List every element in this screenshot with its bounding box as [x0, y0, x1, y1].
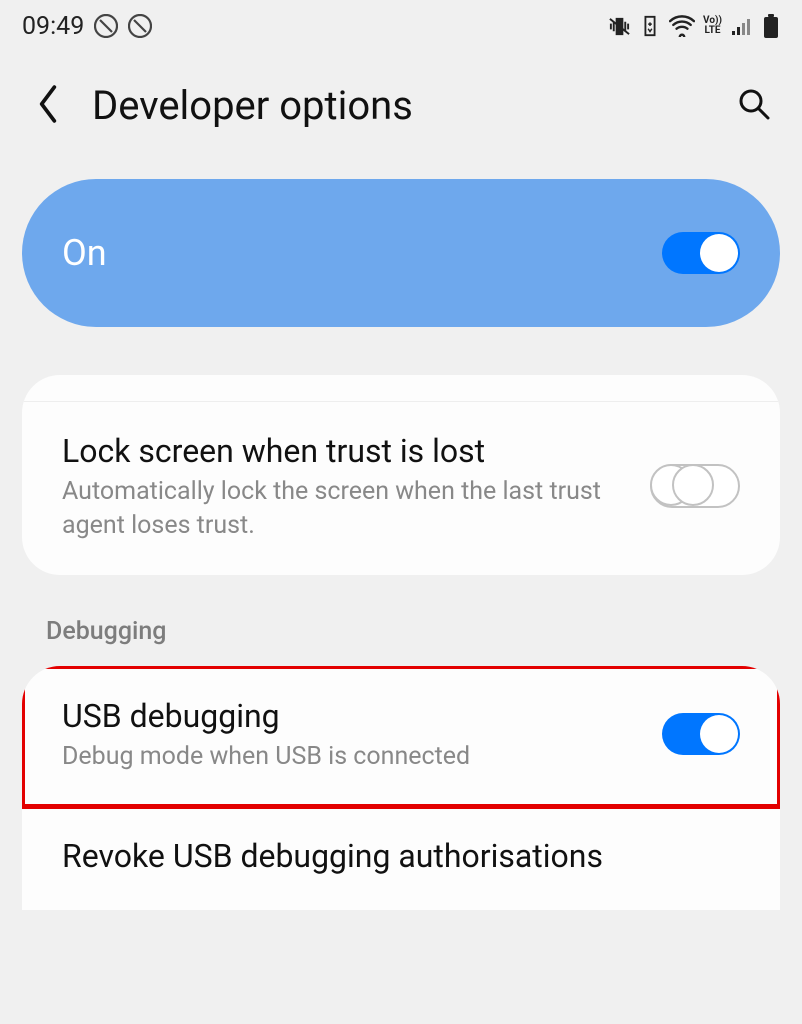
setting-text: Revoke USB debugging authorisations — [62, 835, 740, 878]
lock-screen-trust-row[interactable]: Lock screen when trust is lost Automatic… — [22, 401, 780, 575]
toggle-knob-overlap — [672, 464, 714, 506]
usb-debugging-toggle[interactable] — [662, 713, 740, 755]
notification-icon-2 — [128, 14, 152, 38]
volte-icon: Vo))LTE — [703, 16, 722, 36]
master-toggle-label: On — [62, 232, 107, 274]
back-button[interactable] — [28, 86, 68, 126]
status-time: 09:49 — [22, 12, 84, 41]
master-toggle-row[interactable]: On — [22, 179, 780, 327]
status-right: Vo))LTE — [608, 13, 780, 39]
lock-screen-trust-toggle[interactable] — [650, 464, 740, 508]
notification-icon-1 — [94, 14, 118, 38]
chevron-left-icon — [36, 85, 60, 126]
settings-card-2: USB debugging Debug mode when USB is con… — [22, 666, 780, 910]
toggle-knob — [700, 234, 738, 272]
vibrate-icon — [608, 15, 631, 38]
wifi-icon — [669, 15, 695, 37]
header: Developer options — [0, 52, 802, 179]
setting-title: Revoke USB debugging authorisations — [62, 835, 740, 878]
battery-icon — [762, 13, 780, 39]
search-icon — [737, 87, 771, 124]
master-toggle-switch[interactable] — [662, 232, 740, 274]
toggle-knob — [700, 715, 738, 753]
settings-card-1: Lock screen when trust is lost Automatic… — [22, 375, 780, 575]
setting-desc: Automatically lock the screen when the l… — [62, 475, 630, 543]
status-left: 09:49 — [22, 12, 152, 41]
setting-title: Lock screen when trust is lost — [62, 430, 630, 473]
usb-debugging-row[interactable]: USB debugging Debug mode when USB is con… — [22, 666, 780, 807]
revoke-usb-auth-row[interactable]: Revoke USB debugging authorisations — [22, 807, 780, 910]
page-title: Developer options — [92, 82, 710, 129]
setting-title: USB debugging — [62, 695, 642, 738]
search-button[interactable] — [734, 86, 774, 126]
signal-icon — [730, 15, 754, 37]
setting-desc: Debug mode when USB is connected — [62, 740, 642, 774]
data-saver-icon — [639, 15, 661, 37]
setting-text: Lock screen when trust is lost Automatic… — [62, 430, 630, 543]
setting-text: USB debugging Debug mode when USB is con… — [62, 695, 642, 774]
section-label-debugging: Debugging — [0, 575, 802, 666]
status-bar: 09:49 Vo))LTE — [0, 0, 802, 52]
